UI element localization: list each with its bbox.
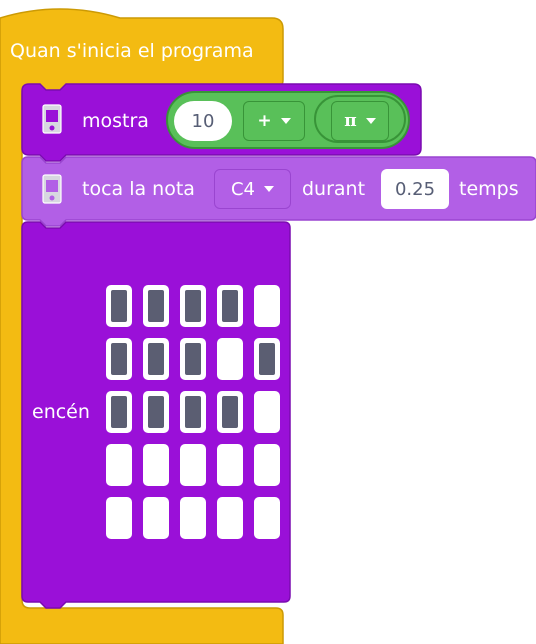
led-cell[interactable]	[143, 338, 169, 380]
led-cell[interactable]	[106, 444, 132, 486]
led-cell[interactable]	[180, 285, 206, 327]
led-cell[interactable]	[217, 497, 243, 539]
led-cell[interactable]	[217, 338, 243, 380]
led-cell[interactable]	[180, 391, 206, 433]
led-cell[interactable]	[143, 444, 169, 486]
led-cell[interactable]	[143, 391, 169, 433]
led-cell[interactable]	[254, 444, 280, 486]
led-cell[interactable]	[143, 497, 169, 539]
led-cell[interactable]	[106, 285, 132, 327]
led-cell[interactable]	[143, 285, 169, 327]
led-cell[interactable]	[254, 391, 280, 433]
led-cell[interactable]	[106, 338, 132, 380]
led-cell[interactable]	[254, 285, 280, 327]
led-cell[interactable]	[217, 285, 243, 327]
led-matrix	[106, 285, 282, 541]
led-cell[interactable]	[254, 338, 280, 380]
led-cell[interactable]	[217, 391, 243, 433]
leds-label: encén	[32, 401, 90, 423]
led-cell[interactable]	[254, 497, 280, 539]
led-cell[interactable]	[106, 497, 132, 539]
led-cell[interactable]	[180, 497, 206, 539]
led-cell[interactable]	[180, 338, 206, 380]
led-cell[interactable]	[106, 391, 132, 433]
led-cell[interactable]	[217, 444, 243, 486]
led-cell[interactable]	[180, 444, 206, 486]
